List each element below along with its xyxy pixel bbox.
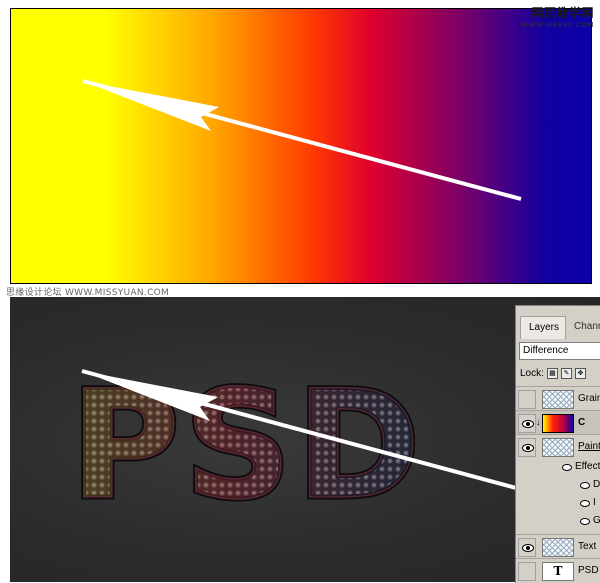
lock-row: Lock: ▦ ✎ ✥ bbox=[520, 368, 586, 379]
layer-row-text[interactable]: Text bbox=[516, 534, 600, 559]
layer-name: Paint bbox=[578, 441, 600, 452]
eye-icon[interactable] bbox=[580, 500, 590, 507]
effects-label: Effect bbox=[575, 461, 600, 472]
lock-paint-icon[interactable]: ✎ bbox=[560, 368, 572, 379]
tab-channels[interactable]: Chann bbox=[566, 316, 600, 338]
layers-panel: Layers Chann Difference Lock: ▦ ✎ ✥ Grai… bbox=[515, 305, 600, 583]
tab-layers[interactable]: Layers bbox=[520, 316, 566, 339]
psd-text-art: PSD PSD bbox=[68, 357, 515, 536]
layer-thumbnail bbox=[542, 414, 574, 433]
eye-icon bbox=[522, 544, 534, 552]
eye-icon[interactable] bbox=[580, 518, 590, 525]
effect-item-row[interactable]: D bbox=[516, 476, 600, 494]
visibility-toggle[interactable] bbox=[518, 562, 536, 581]
layer-name: C bbox=[578, 417, 586, 428]
effects-row[interactable]: Effect bbox=[516, 458, 600, 476]
eye-icon bbox=[522, 444, 534, 452]
blend-mode-select[interactable]: Difference bbox=[519, 342, 600, 360]
eye-icon bbox=[522, 420, 534, 428]
arrow-overlay bbox=[82, 79, 522, 201]
layer-row-psd[interactable]: T PSD bbox=[516, 558, 600, 583]
arrow-head bbox=[83, 81, 219, 131]
layer-name: Grain bbox=[578, 393, 600, 404]
effect-item-row[interactable]: G bbox=[516, 512, 600, 530]
gradient-canvas bbox=[10, 8, 592, 284]
visibility-toggle[interactable] bbox=[518, 414, 536, 433]
layer-name: PSD bbox=[578, 565, 599, 576]
layer-row-paint[interactable]: Paint bbox=[516, 434, 600, 459]
visibility-toggle[interactable] bbox=[518, 438, 536, 457]
visibility-toggle[interactable] bbox=[518, 390, 536, 409]
layer-thumbnail bbox=[542, 538, 574, 557]
watermark-site-name: 网页教学网 bbox=[531, 6, 594, 20]
layer-row-gradient[interactable]: ↓ C bbox=[516, 410, 600, 435]
eye-icon[interactable] bbox=[562, 464, 572, 471]
text-layer-icon: T bbox=[542, 562, 574, 581]
layer-thumbnail bbox=[542, 438, 574, 457]
visibility-toggle[interactable] bbox=[518, 538, 536, 557]
layer-thumbnail bbox=[542, 390, 574, 409]
watermark-site-url: WWW.WEB3X.COM bbox=[521, 21, 594, 29]
lock-transparency-icon[interactable]: ▦ bbox=[546, 368, 558, 379]
lock-move-icon[interactable]: ✥ bbox=[574, 368, 586, 379]
effect-item-label: I bbox=[593, 497, 596, 508]
effect-item-label: G bbox=[593, 515, 600, 526]
watermark-top: 网页教学网 WWW.WEB3X.COM bbox=[521, 4, 594, 29]
eye-icon[interactable] bbox=[580, 482, 590, 489]
layer-name: Text bbox=[578, 541, 597, 552]
effect-item-row[interactable]: I bbox=[516, 494, 600, 512]
clip-arrow-icon: ↓ bbox=[536, 417, 541, 427]
lock-label: Lock: bbox=[520, 368, 544, 379]
effect-item-label: D bbox=[593, 479, 600, 490]
layer-row-grain[interactable]: Grain bbox=[516, 386, 600, 411]
